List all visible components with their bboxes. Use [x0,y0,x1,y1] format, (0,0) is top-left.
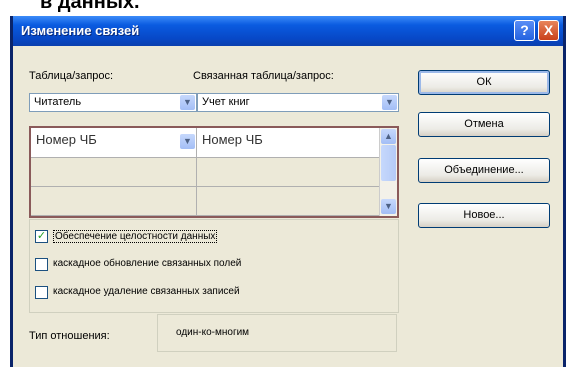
checkbox-label: каскадное удаление связанных записей [53,286,240,297]
grid-cell-right[interactable]: Номер ЧБ [197,128,382,158]
relationship-type-row: Тип отношения: один-ко-многим [29,314,399,354]
grid-cell-text: Номер ЧБ [202,132,263,147]
scroll-thumb[interactable] [381,145,396,181]
relationship-type-label: Тип отношения: [29,330,110,342]
grid-cell-empty[interactable] [197,187,382,216]
chevron-down-icon[interactable]: ▼ [382,95,397,110]
checkbox-box[interactable] [35,258,48,271]
title-bar[interactable]: Изменение связей ? X [13,16,563,46]
integrity-options: ✓ Обеспечение целостности данных каскадн… [29,219,399,313]
join-type-button[interactable]: Объединение... [418,158,550,183]
window-title: Изменение связей [21,23,140,38]
relationship-type-value: один-ко-многим [176,327,250,338]
grid-scrollbar[interactable]: ▲ ▼ [379,128,397,216]
relationship-type-value-box: один-ко-многим [157,314,397,352]
background-document: в данных. [0,0,568,16]
arrow-up-icon[interactable]: ▲ [381,129,396,144]
grid-cell-left[interactable]: Номер ЧБ ▼ [31,128,197,158]
checkbox-box[interactable] [35,286,48,299]
grid-cell-empty[interactable] [31,158,197,187]
grid-cell-empty[interactable] [197,158,382,187]
field-grid: Номер ЧБ ▼ Номер ЧБ ▲ ▼ [29,126,399,218]
help-button[interactable]: ? [514,20,535,41]
related-table-combo[interactable]: Учет книг ▼ [197,93,399,112]
chevron-down-icon[interactable]: ▼ [180,95,195,110]
checkbox-label: каскадное обновление связанных полей [53,258,242,269]
table-combo[interactable]: Читатель ▼ [29,93,197,112]
background-heading-fragment: в данных. [40,0,140,13]
related-table-query-label: Связанная таблица/запрос: [193,70,334,82]
check-icon[interactable]: ✓ [35,230,48,243]
close-button[interactable]: X [538,20,559,41]
table-combo-value: Читатель [34,96,82,108]
chevron-down-icon[interactable]: ▼ [180,134,195,149]
related-table-combo-value: Учет книг [202,96,250,108]
ok-button[interactable]: ОК [418,70,550,95]
cancel-button[interactable]: Отмена [418,112,550,137]
grid-cell-empty[interactable] [31,187,197,216]
create-new-button[interactable]: Новое... [418,203,550,228]
arrow-down-icon[interactable]: ▼ [381,199,396,214]
checkbox-label: Обеспечение целостности данных [53,230,218,243]
grid-cell-text: Номер ЧБ [36,132,97,147]
edit-relationships-dialog: Изменение связей ? X Таблица/запрос: Свя… [10,16,566,367]
table-query-label: Таблица/запрос: [29,70,114,82]
